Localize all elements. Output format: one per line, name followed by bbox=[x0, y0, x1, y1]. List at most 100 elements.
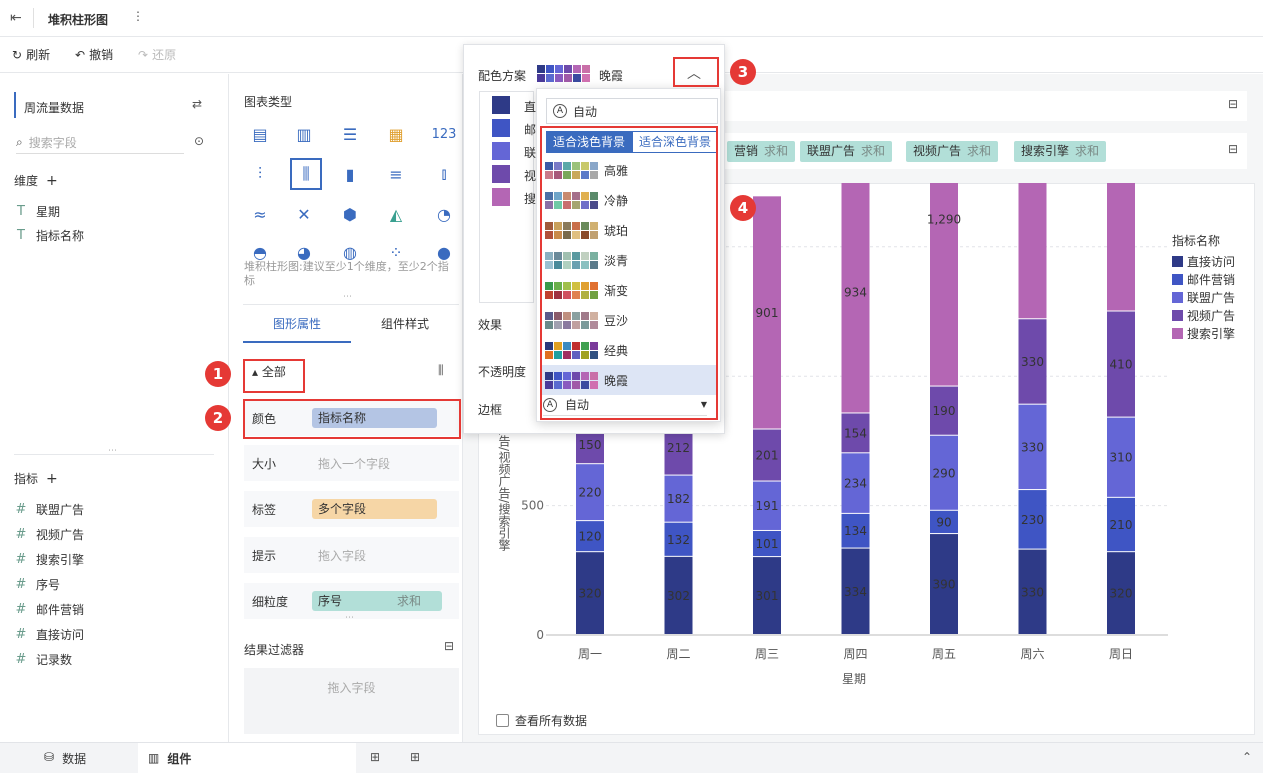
area-chart-icon[interactable]: ◭ bbox=[382, 200, 410, 228]
measure-item[interactable]: # 序号 bbox=[14, 576, 60, 593]
value-chip[interactable]: 联盟广告 求和 bbox=[800, 141, 893, 162]
dimension-item[interactable]: T 星期 bbox=[14, 203, 60, 220]
series-swatch[interactable] bbox=[492, 165, 510, 183]
chart-icon: ▥ bbox=[148, 751, 160, 765]
add-dimension-icon[interactable]: + bbox=[46, 173, 58, 189]
measure-item[interactable]: # 直接访问 bbox=[14, 626, 84, 643]
data-label: 90 bbox=[936, 515, 951, 529]
redo-icon: ↷ bbox=[138, 47, 149, 62]
tab-data[interactable]: ⛁ 数据 bbox=[44, 750, 86, 767]
shelf-settings-icon[interactable]: ⊟ bbox=[1228, 142, 1238, 156]
view-all-checkbox[interactable]: 查看所有数据 bbox=[496, 712, 587, 729]
legend-item[interactable]: 视频广告 bbox=[1172, 307, 1235, 324]
refresh-button[interactable]: ↻ 刷新 bbox=[12, 46, 50, 63]
legend-label: 搜索引擎 bbox=[1187, 327, 1236, 341]
value-chip[interactable]: 搜索引擎 求和 bbox=[1014, 141, 1107, 162]
resize-handle[interactable]: ⋯ bbox=[108, 446, 117, 456]
search-field[interactable]: ⌕ 搜索字段 bbox=[16, 132, 184, 154]
dataset-name[interactable]: 周流量数据 bbox=[24, 99, 84, 116]
range-bar-icon[interactable]: ⫾ bbox=[430, 160, 458, 188]
granularity-field-pill[interactable]: 序号 求和 bbox=[312, 591, 442, 611]
detail-table-icon[interactable]: ☰ bbox=[336, 120, 364, 148]
more-options-icon[interactable]: ⊙ bbox=[194, 134, 204, 148]
shelf-settings-icon[interactable]: ⊟ bbox=[1228, 97, 1238, 111]
checkbox-icon bbox=[496, 714, 509, 727]
add-dashboard-icon[interactable]: ⊞ bbox=[410, 750, 420, 764]
tab-graph-props[interactable]: 图形属性 bbox=[243, 305, 351, 343]
measure-item[interactable]: # 视频广告 bbox=[14, 526, 84, 543]
legend-item[interactable]: 邮件营销 bbox=[1172, 271, 1235, 288]
horizontal-bar-icon[interactable]: ≡ bbox=[382, 160, 410, 188]
auto-option[interactable]: A 自动 bbox=[546, 98, 718, 124]
multi-line-icon[interactable]: ✕ bbox=[290, 200, 318, 228]
data-label: 201 bbox=[756, 449, 779, 463]
back-icon[interactable]: ⇤ bbox=[10, 10, 22, 26]
value-chip[interactable]: 视频广告 求和 bbox=[906, 141, 999, 162]
y-tick-label: 0 bbox=[536, 628, 544, 642]
label-field-pill[interactable]: 多个字段 bbox=[312, 499, 437, 519]
number-chart-icon[interactable]: 123 bbox=[430, 120, 458, 148]
legend-item[interactable]: 直接访问 bbox=[1172, 253, 1235, 270]
legend-item[interactable]: 搜索引擎 bbox=[1172, 325, 1235, 342]
gauge-icon[interactable]: ◔ bbox=[430, 200, 458, 228]
series-swatch[interactable] bbox=[492, 188, 510, 206]
data-label: 190 bbox=[933, 404, 956, 418]
kpi-icon[interactable]: ▦ bbox=[382, 120, 410, 148]
line-chart-icon[interactable]: ≈ bbox=[246, 200, 274, 228]
x-tick-label: 周三 bbox=[755, 647, 779, 661]
measure-item[interactable]: # 联盟广告 bbox=[14, 501, 84, 518]
add-measure-icon[interactable]: + bbox=[46, 471, 58, 487]
filter-settings-icon[interactable]: ⊟ bbox=[444, 639, 454, 653]
size-prop-row[interactable]: 大小 拖入一个字段 bbox=[244, 445, 459, 481]
add-component-icon[interactable]: ⊞ bbox=[370, 750, 380, 764]
data-label: 120 bbox=[579, 530, 602, 544]
series-swatch[interactable] bbox=[492, 96, 510, 114]
value-chip[interactable]: 营销 求和 bbox=[727, 141, 796, 162]
dimension-item[interactable]: T 指标名称 bbox=[14, 227, 84, 244]
series-color-list: 直 邮 联 视 搜 bbox=[479, 91, 536, 303]
measure-item[interactable]: # 邮件营销 bbox=[14, 601, 84, 618]
filter-drop-zone[interactable]: 拖入字段 bbox=[244, 668, 459, 734]
measure-header: 指标 + bbox=[14, 470, 58, 487]
tab-component-style[interactable]: 组件样式 bbox=[351, 305, 459, 343]
data-label: 101 bbox=[756, 537, 779, 551]
data-label: 330 bbox=[1021, 440, 1044, 454]
legend-swatch bbox=[1172, 310, 1183, 321]
measure-item[interactable]: # 记录数 bbox=[14, 651, 72, 668]
bottom-bar: ⛁ 数据 ▥ 组件 ⊞ ⊞ ⌃ bbox=[0, 742, 1263, 773]
redo-button[interactable]: ↷ 还原 bbox=[138, 46, 176, 63]
tooltip-prop-row[interactable]: 提示 拖入字段 bbox=[244, 537, 459, 573]
radar-icon[interactable]: ⬢ bbox=[336, 200, 364, 228]
number-field-icon: # bbox=[15, 552, 27, 567]
bar-chart-icon[interactable]: ▮ bbox=[336, 160, 364, 188]
axis-shelf[interactable] bbox=[725, 91, 1247, 121]
label-prop-row[interactable]: 标签 多个字段 bbox=[244, 491, 459, 527]
legend-label: 直接访问 bbox=[1187, 255, 1236, 269]
effect-label: 效果 bbox=[478, 318, 503, 332]
undo-button[interactable]: ↶ 撤销 bbox=[75, 46, 113, 63]
resize-handle[interactable]: ⋯ bbox=[343, 292, 352, 302]
legend-swatch bbox=[1172, 256, 1183, 267]
collapse-icon[interactable]: ⌃ bbox=[1242, 750, 1252, 764]
chart-type-label: 图表类型 bbox=[244, 95, 293, 109]
switch-dataset-icon[interactable]: ⇄ bbox=[192, 97, 202, 111]
measure-item[interactable]: # 搜索引擎 bbox=[14, 551, 84, 568]
more-icon[interactable]: ⋮ bbox=[132, 9, 144, 23]
legend-item[interactable]: 联盟广告 bbox=[1172, 289, 1235, 306]
resize-handle[interactable]: ⋯ bbox=[345, 613, 354, 623]
series-swatch[interactable] bbox=[492, 142, 510, 160]
chart-setting-icon[interactable]: ⫼ bbox=[438, 363, 444, 378]
title-bar: ⇤ 堆积柱形图 ⋮ bbox=[0, 0, 1263, 37]
tab-component[interactable]: ▥ 组件 bbox=[138, 743, 356, 773]
cross-table-icon[interactable]: ▥ bbox=[290, 120, 318, 148]
badge-3: 3 bbox=[730, 59, 756, 85]
stacked-bar-icon[interactable]: ⫼ bbox=[290, 158, 322, 190]
data-label: 210 bbox=[1110, 518, 1133, 532]
grouped-bar-icon[interactable]: ⫶ bbox=[246, 160, 274, 188]
table-chart-icon[interactable]: ▤ bbox=[246, 120, 274, 148]
data-label: 334 bbox=[844, 585, 867, 599]
series-swatch[interactable] bbox=[492, 119, 510, 137]
data-label: 934 bbox=[844, 286, 867, 300]
data-label: 150 bbox=[579, 438, 602, 452]
data-label: 234 bbox=[844, 477, 867, 491]
